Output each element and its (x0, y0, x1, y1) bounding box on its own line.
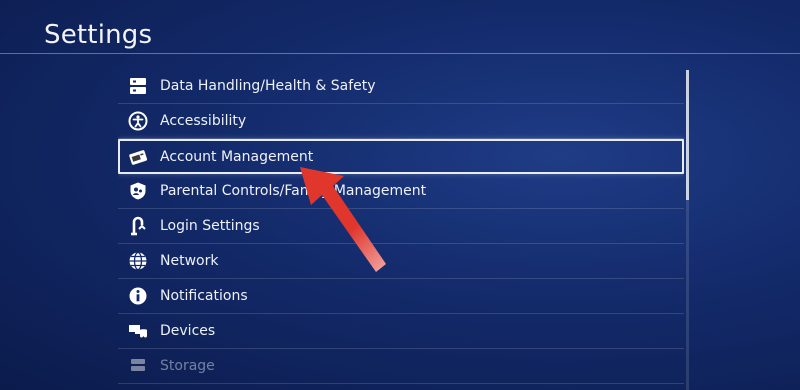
menu-item-account-management[interactable]: Account Management (118, 139, 684, 174)
scrollbar[interactable] (686, 70, 689, 390)
menu-item-label: Account Management (160, 148, 314, 165)
account-card-icon (127, 146, 149, 168)
menu-item-devices[interactable]: Devices (118, 314, 684, 349)
accessibility-icon (127, 110, 149, 132)
parental-controls-icon (127, 180, 149, 202)
info-icon (127, 285, 149, 307)
menu-item-login-settings[interactable]: Login Settings (118, 209, 684, 244)
settings-menu: Data Handling/Health & Safety Accessibil… (118, 69, 684, 390)
menu-item-label: Data Handling/Health & Safety (160, 78, 376, 94)
globe-icon (127, 250, 149, 272)
menu-item-parental-controls[interactable]: Parental Controls/Family Management (118, 174, 684, 209)
menu-item-label: Parental Controls/Family Management (160, 183, 427, 199)
menu-item-notifications[interactable]: Notifications (118, 279, 684, 314)
menu-item-label: Network (160, 253, 219, 269)
data-handling-icon (127, 75, 149, 97)
menu-item-label: Storage (160, 358, 215, 374)
storage-icon (127, 355, 149, 377)
menu-item-label: Devices (160, 323, 216, 339)
header-divider (0, 53, 800, 54)
menu-item-accessibility[interactable]: Accessibility (118, 104, 684, 139)
menu-item-label: Accessibility (160, 113, 247, 129)
devices-icon (127, 320, 149, 342)
menu-item-label: Notifications (160, 288, 248, 304)
menu-item-storage[interactable]: Storage (118, 349, 684, 384)
page-title: Settings (44, 20, 153, 50)
menu-item-network[interactable]: Network (118, 244, 684, 279)
login-icon (127, 215, 149, 237)
menu-item-data-handling[interactable]: Data Handling/Health & Safety (118, 69, 684, 104)
menu-item-label: Login Settings (160, 218, 260, 234)
scrollbar-thumb[interactable] (686, 70, 689, 200)
